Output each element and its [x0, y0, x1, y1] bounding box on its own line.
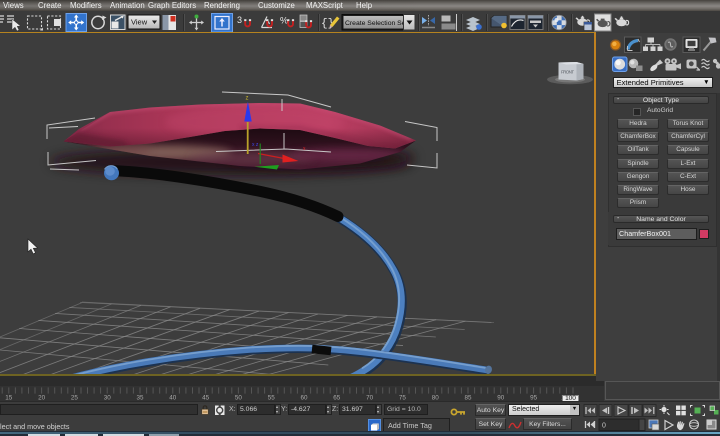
svg-text:x z: x z: [252, 142, 259, 148]
svg-text:0: 0: [602, 423, 606, 430]
svg-text:%: %: [280, 16, 288, 26]
svg-text:View: View: [131, 18, 148, 27]
svg-text:z: z: [246, 96, 249, 102]
svg-text:Create Selection Se: Create Selection Se: [345, 20, 406, 27]
svg-text:3: 3: [237, 15, 242, 25]
svg-text:FRONT: FRONT: [561, 70, 574, 75]
